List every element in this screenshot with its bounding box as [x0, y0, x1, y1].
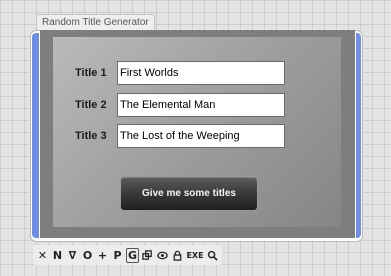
copy-icon[interactable] — [141, 248, 154, 263]
g-icon[interactable]: G — [126, 247, 139, 263]
title-3-field[interactable] — [117, 124, 285, 148]
toolbar: ✕ N ∇ O + P G EXE — [33, 245, 222, 265]
title-3-label: Title 3 — [75, 130, 107, 142]
eye-icon[interactable] — [156, 248, 169, 263]
n-icon[interactable]: N — [51, 248, 64, 263]
title-1-field[interactable] — [117, 61, 285, 85]
title-1-label: Title 1 — [75, 67, 107, 79]
delete-icon[interactable]: ✕ — [36, 248, 49, 263]
title-2-field[interactable] — [117, 93, 285, 117]
plus-icon[interactable]: + — [96, 248, 109, 263]
selection-border-right — [356, 33, 361, 238]
exe-icon[interactable]: EXE — [186, 248, 204, 263]
triangle-down-icon[interactable]: ∇ — [66, 248, 79, 263]
lock-icon[interactable] — [171, 248, 184, 263]
circle-icon[interactable]: O — [81, 248, 94, 263]
selection-border-left — [32, 33, 39, 238]
generate-titles-button[interactable]: Give me some titles — [120, 176, 258, 211]
title-2-label: Title 2 — [75, 99, 107, 111]
window-tab[interactable]: Random Title Generator — [36, 14, 155, 30]
p-icon[interactable]: P — [111, 248, 124, 263]
search-icon[interactable] — [206, 248, 219, 263]
